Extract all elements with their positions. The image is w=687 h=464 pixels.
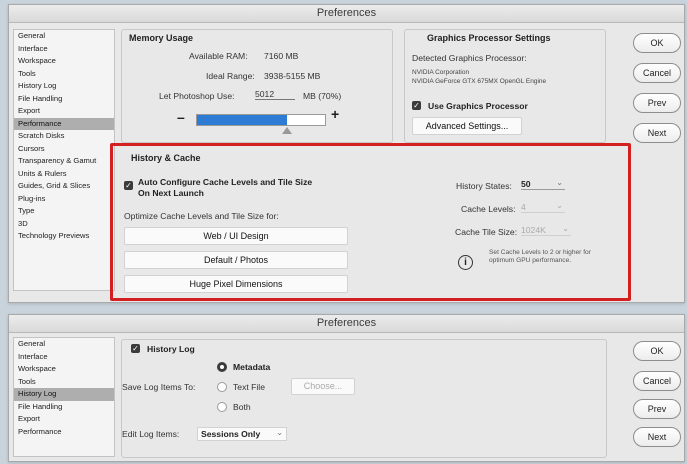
chevron-down-icon: ⌄ xyxy=(276,428,283,437)
gpu-settings-header: Graphics Processor Settings xyxy=(427,33,551,43)
text-file-label: Text File xyxy=(233,382,265,392)
let-photoshop-use-input[interactable]: 5012 xyxy=(255,89,295,100)
sidebar-item-cursors[interactable]: Cursors xyxy=(14,143,114,156)
sidebar-item-scratch-disks[interactable]: Scratch Disks xyxy=(14,130,114,143)
sidebar-item-interface[interactable]: Interface xyxy=(14,351,114,364)
sidebar: General Interface Workspace Tools History Lo… xyxy=(13,29,115,291)
sidebar-item-export[interactable]: Export xyxy=(14,105,114,118)
save-log-items-label: Save Log Items To: xyxy=(122,382,196,392)
metadata-radio[interactable] xyxy=(217,362,227,372)
preferences-window-history-log: Preferences General Interface Workspace Too… xyxy=(8,314,685,462)
sidebar-item-performance[interactable]: Performance xyxy=(14,117,114,130)
history-log-label: History Log xyxy=(147,344,195,354)
ok-button[interactable]: OK xyxy=(633,33,681,53)
both-label: Both xyxy=(233,402,251,412)
let-photoshop-use-label: Let Photoshop Use: xyxy=(159,91,235,101)
sidebar-item-workspace[interactable]: Workspace xyxy=(14,55,114,68)
detected-gpu-label: Detected Graphics Processor: xyxy=(412,53,527,63)
sidebar-item-type[interactable]: Type xyxy=(14,205,114,218)
use-gpu-checkbox[interactable]: ✓ xyxy=(412,101,421,110)
use-gpu-label: Use Graphics Processor xyxy=(428,101,528,111)
sidebar-item-history-log[interactable]: History Log xyxy=(14,388,114,401)
next-button[interactable]: Next xyxy=(633,123,681,143)
available-ram-value: 7160 MB xyxy=(264,51,299,61)
increase-memory-button[interactable]: + xyxy=(331,106,339,122)
gpu-vendor: NVIDIA Corporation xyxy=(412,69,470,76)
memory-percent-label: MB (70%) xyxy=(303,91,342,101)
memory-usage-header: Memory Usage xyxy=(129,33,194,43)
sidebar-item-file-handling[interactable]: File Handling xyxy=(14,93,114,106)
sidebar-item-performance[interactable]: Performance xyxy=(14,426,114,439)
gpu-model: NVIDIA GeForce GTX 675MX OpenGL Engine xyxy=(412,78,547,85)
edit-log-items-label: Edit Log Items: xyxy=(122,429,180,439)
sidebar-item-tools[interactable]: Tools xyxy=(14,376,114,389)
text-file-radio[interactable] xyxy=(217,382,227,392)
ideal-range-value: 3938-5155 MB xyxy=(264,71,321,81)
cancel-button[interactable]: Cancel xyxy=(633,63,681,83)
decrease-memory-button[interactable]: – xyxy=(177,109,185,125)
sidebar-item-interface[interactable]: Interface xyxy=(14,43,114,56)
advanced-settings-button[interactable]: Advanced Settings... xyxy=(412,117,522,135)
cancel-button[interactable]: Cancel xyxy=(633,371,681,391)
available-ram-label: Available RAM: xyxy=(189,51,248,61)
history-log-checkbox[interactable]: ✓ xyxy=(131,344,140,353)
window-title: Preferences xyxy=(9,5,684,23)
metadata-label: Metadata xyxy=(233,362,271,372)
both-radio[interactable] xyxy=(217,402,227,412)
sidebar-item-guides-grid-slices[interactable]: Guides, Grid & Slices xyxy=(14,180,114,193)
sidebar-item-tools[interactable]: Tools xyxy=(14,68,114,81)
sidebar-item-units-rulers[interactable]: Units & Rulers xyxy=(14,168,114,181)
sidebar-item-workspace[interactable]: Workspace xyxy=(14,363,114,376)
ideal-range-label: Ideal Range: xyxy=(206,71,255,81)
sidebar: General Interface Workspace Tools History Lo… xyxy=(13,337,115,457)
ok-button[interactable]: OK xyxy=(633,341,681,361)
sidebar-item-general[interactable]: General xyxy=(14,30,114,43)
sidebar-item-transparency-gamut[interactable]: Transparency & Gamut xyxy=(14,155,114,168)
preferences-window-performance: Preferences General Interface Workspace Too… xyxy=(8,4,685,303)
sidebar-item-history-log[interactable]: History Log xyxy=(14,80,114,93)
choose-button[interactable]: Choose... xyxy=(291,378,355,395)
history-log-group xyxy=(121,339,607,458)
window-title: Preferences xyxy=(9,315,684,333)
next-button[interactable]: Next xyxy=(633,427,681,447)
sidebar-item-plug-ins[interactable]: Plug-ins xyxy=(14,193,114,206)
sidebar-item-3d[interactable]: 3D xyxy=(14,218,114,231)
memory-slider-track[interactable] xyxy=(196,114,326,126)
memory-slider-thumb[interactable] xyxy=(281,127,292,134)
prev-button[interactable]: Prev xyxy=(633,399,681,419)
prev-button[interactable]: Prev xyxy=(633,93,681,113)
edit-log-items-value: Sessions Only xyxy=(201,429,261,439)
edit-log-items-select[interactable]: Sessions Only ⌄ xyxy=(197,427,287,441)
sidebar-item-export[interactable]: Export xyxy=(14,413,114,426)
history-cache-highlight xyxy=(110,143,631,301)
memory-slider-fill xyxy=(197,115,287,125)
sidebar-item-technology-previews[interactable]: Technology Previews xyxy=(14,230,114,243)
sidebar-item-general[interactable]: General xyxy=(14,338,114,351)
sidebar-item-file-handling[interactable]: File Handling xyxy=(14,401,114,414)
